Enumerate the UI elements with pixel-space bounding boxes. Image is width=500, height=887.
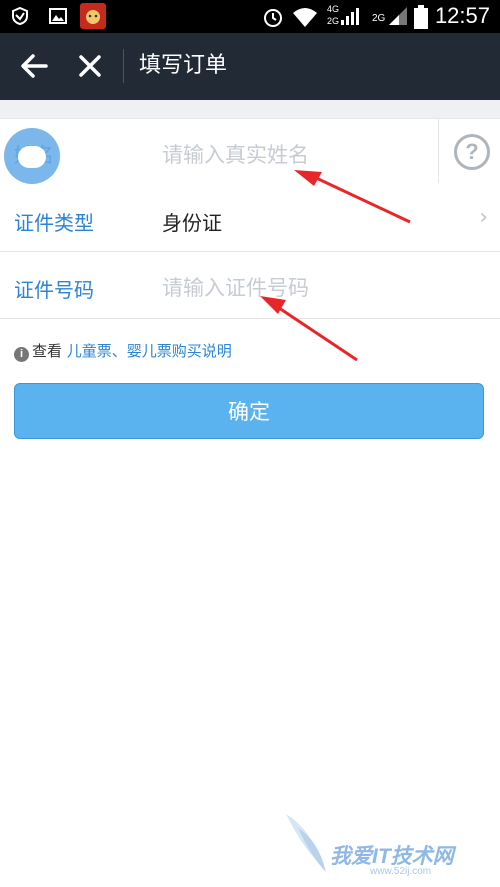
watermark: 我爱IT技术网 www.52ij.com — [282, 810, 492, 882]
annotation-arrows — [260, 170, 411, 362]
watermark-url: www.52ij.com — [370, 866, 432, 877]
annotation-arrow-1 — [294, 170, 411, 224]
annotation-arrow-2 — [260, 296, 358, 362]
